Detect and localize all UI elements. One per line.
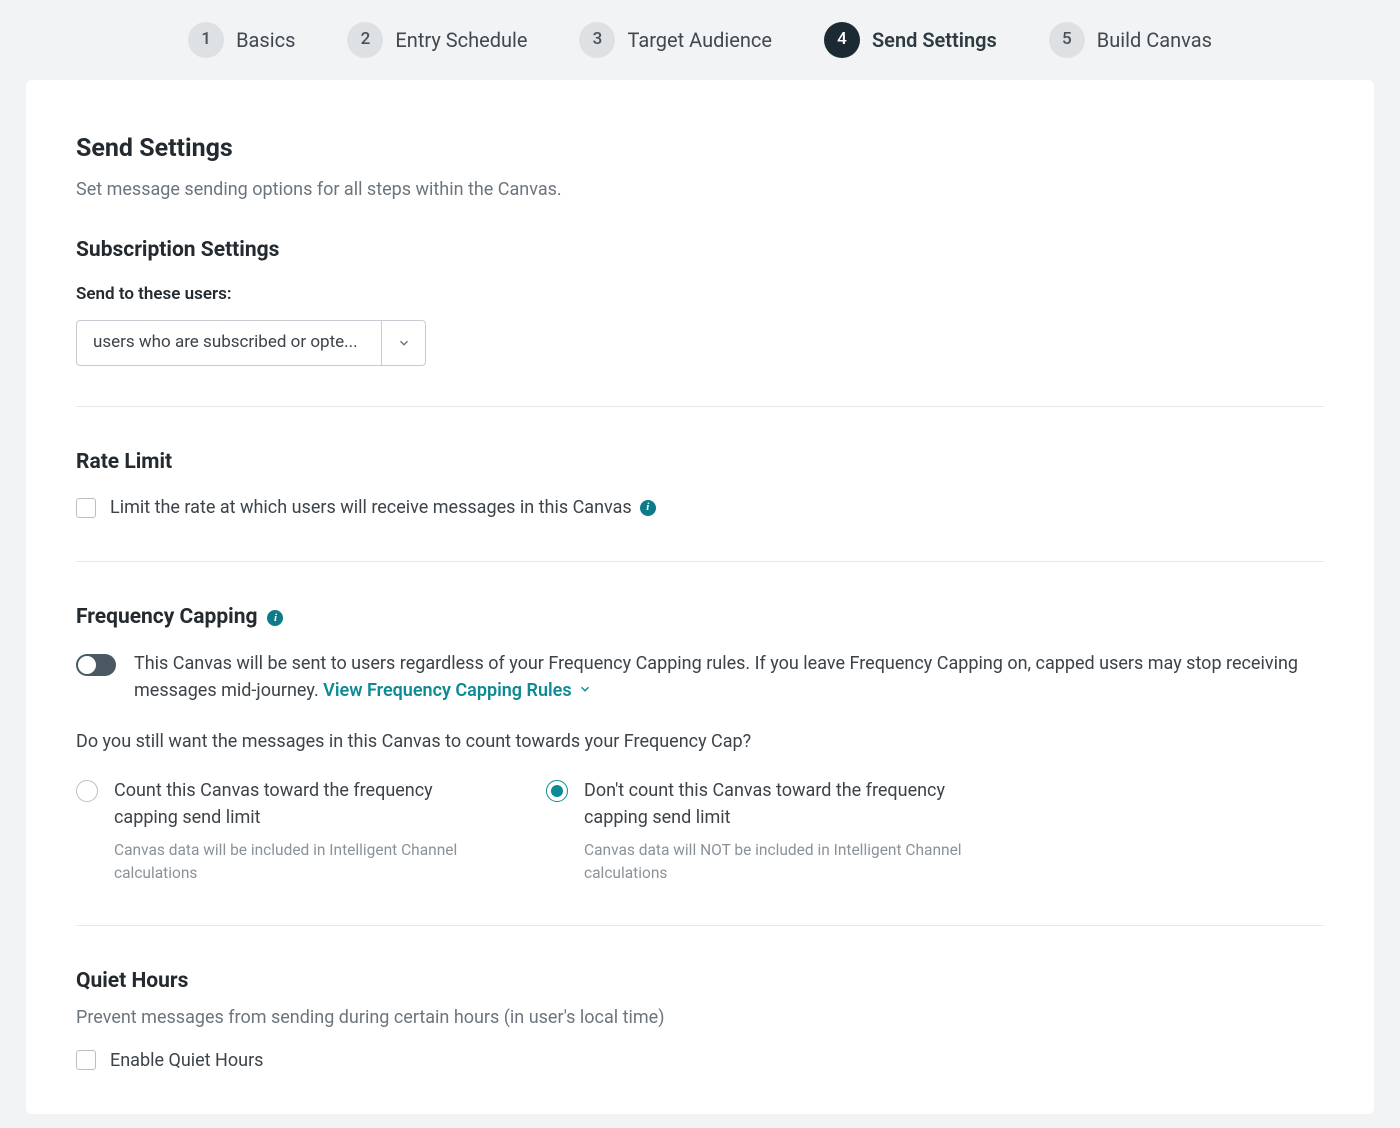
frequency-desc-text: This Canvas will be sent to users regard… xyxy=(134,653,1298,701)
info-icon[interactable]: i xyxy=(267,610,283,626)
toggle-knob xyxy=(78,656,96,674)
radio-count[interactable] xyxy=(76,780,98,802)
radio-dont-count[interactable] xyxy=(546,780,568,802)
rate-limit-label-text: Limit the rate at which users will recei… xyxy=(110,494,632,521)
quiet-hours-checkbox[interactable] xyxy=(76,1050,96,1070)
quiet-hours-description: Prevent messages from sending during cer… xyxy=(76,1004,1324,1031)
step-label: Entry Schedule xyxy=(395,25,527,55)
rate-limit-checkbox-label: Limit the rate at which users will recei… xyxy=(110,494,656,521)
quiet-hours-checkbox-label: Enable Quiet Hours xyxy=(110,1047,263,1074)
radio-label: Count this Canvas toward the frequency c… xyxy=(114,777,496,831)
divider xyxy=(76,406,1324,407)
radio-option-dont-count[interactable]: Don't count this Canvas toward the frequ… xyxy=(546,777,966,886)
step-label: Send Settings xyxy=(872,25,997,55)
step-label: Target Audience xyxy=(627,25,771,55)
rate-limit-checkbox[interactable] xyxy=(76,498,96,518)
divider xyxy=(76,561,1324,562)
frequency-radio-group: Count this Canvas toward the frequency c… xyxy=(76,777,1324,886)
subscription-select-value: users who are subscribed or opte... xyxy=(93,330,381,356)
step-basics[interactable]: 1 Basics xyxy=(188,22,295,58)
radio-option-count[interactable]: Count this Canvas toward the frequency c… xyxy=(76,777,496,886)
step-label: Basics xyxy=(236,25,295,55)
divider xyxy=(76,925,1324,926)
chevron-down-icon xyxy=(578,677,592,704)
send-to-users-label: Send to these users: xyxy=(76,282,1324,308)
step-send-settings[interactable]: 4 Send Settings xyxy=(824,22,997,58)
page-title: Send Settings xyxy=(76,130,1324,168)
frequency-capping-description: This Canvas will be sent to users regard… xyxy=(134,650,1324,704)
frequency-capping-heading: Frequency Capping i xyxy=(76,602,1324,634)
step-number: 4 xyxy=(824,22,860,58)
step-entry-schedule[interactable]: 2 Entry Schedule xyxy=(347,22,527,58)
link-text: View Frequency Capping Rules xyxy=(323,677,571,704)
page-description: Set message sending options for all step… xyxy=(76,176,1324,203)
step-number: 3 xyxy=(579,22,615,58)
chevron-down-icon xyxy=(381,321,425,365)
step-build-canvas[interactable]: 5 Build Canvas xyxy=(1049,22,1212,58)
subscription-select[interactable]: users who are subscribed or opte... xyxy=(76,320,426,366)
view-frequency-rules-link[interactable]: View Frequency Capping Rules xyxy=(323,677,591,704)
step-number: 5 xyxy=(1049,22,1085,58)
info-icon[interactable]: i xyxy=(640,500,656,516)
subscription-settings-heading: Subscription Settings xyxy=(76,235,1324,267)
radio-label: Don't count this Canvas toward the frequ… xyxy=(584,777,966,831)
wizard-stepper: 1 Basics 2 Entry Schedule 3 Target Audie… xyxy=(0,0,1400,80)
radio-hint: Canvas data will NOT be included in Inte… xyxy=(584,839,966,886)
step-target-audience[interactable]: 3 Target Audience xyxy=(579,22,771,58)
frequency-capping-toggle[interactable] xyxy=(76,654,116,676)
rate-limit-heading: Rate Limit xyxy=(76,447,1324,479)
quiet-hours-heading: Quiet Hours xyxy=(76,966,1324,998)
radio-hint: Canvas data will be included in Intellig… xyxy=(114,839,496,886)
settings-card: Send Settings Set message sending option… xyxy=(26,80,1374,1114)
frequency-question: Do you still want the messages in this C… xyxy=(76,728,1324,755)
step-number: 2 xyxy=(347,22,383,58)
frequency-capping-title-text: Frequency Capping xyxy=(76,602,257,634)
step-label: Build Canvas xyxy=(1097,25,1212,55)
step-number: 1 xyxy=(188,22,224,58)
